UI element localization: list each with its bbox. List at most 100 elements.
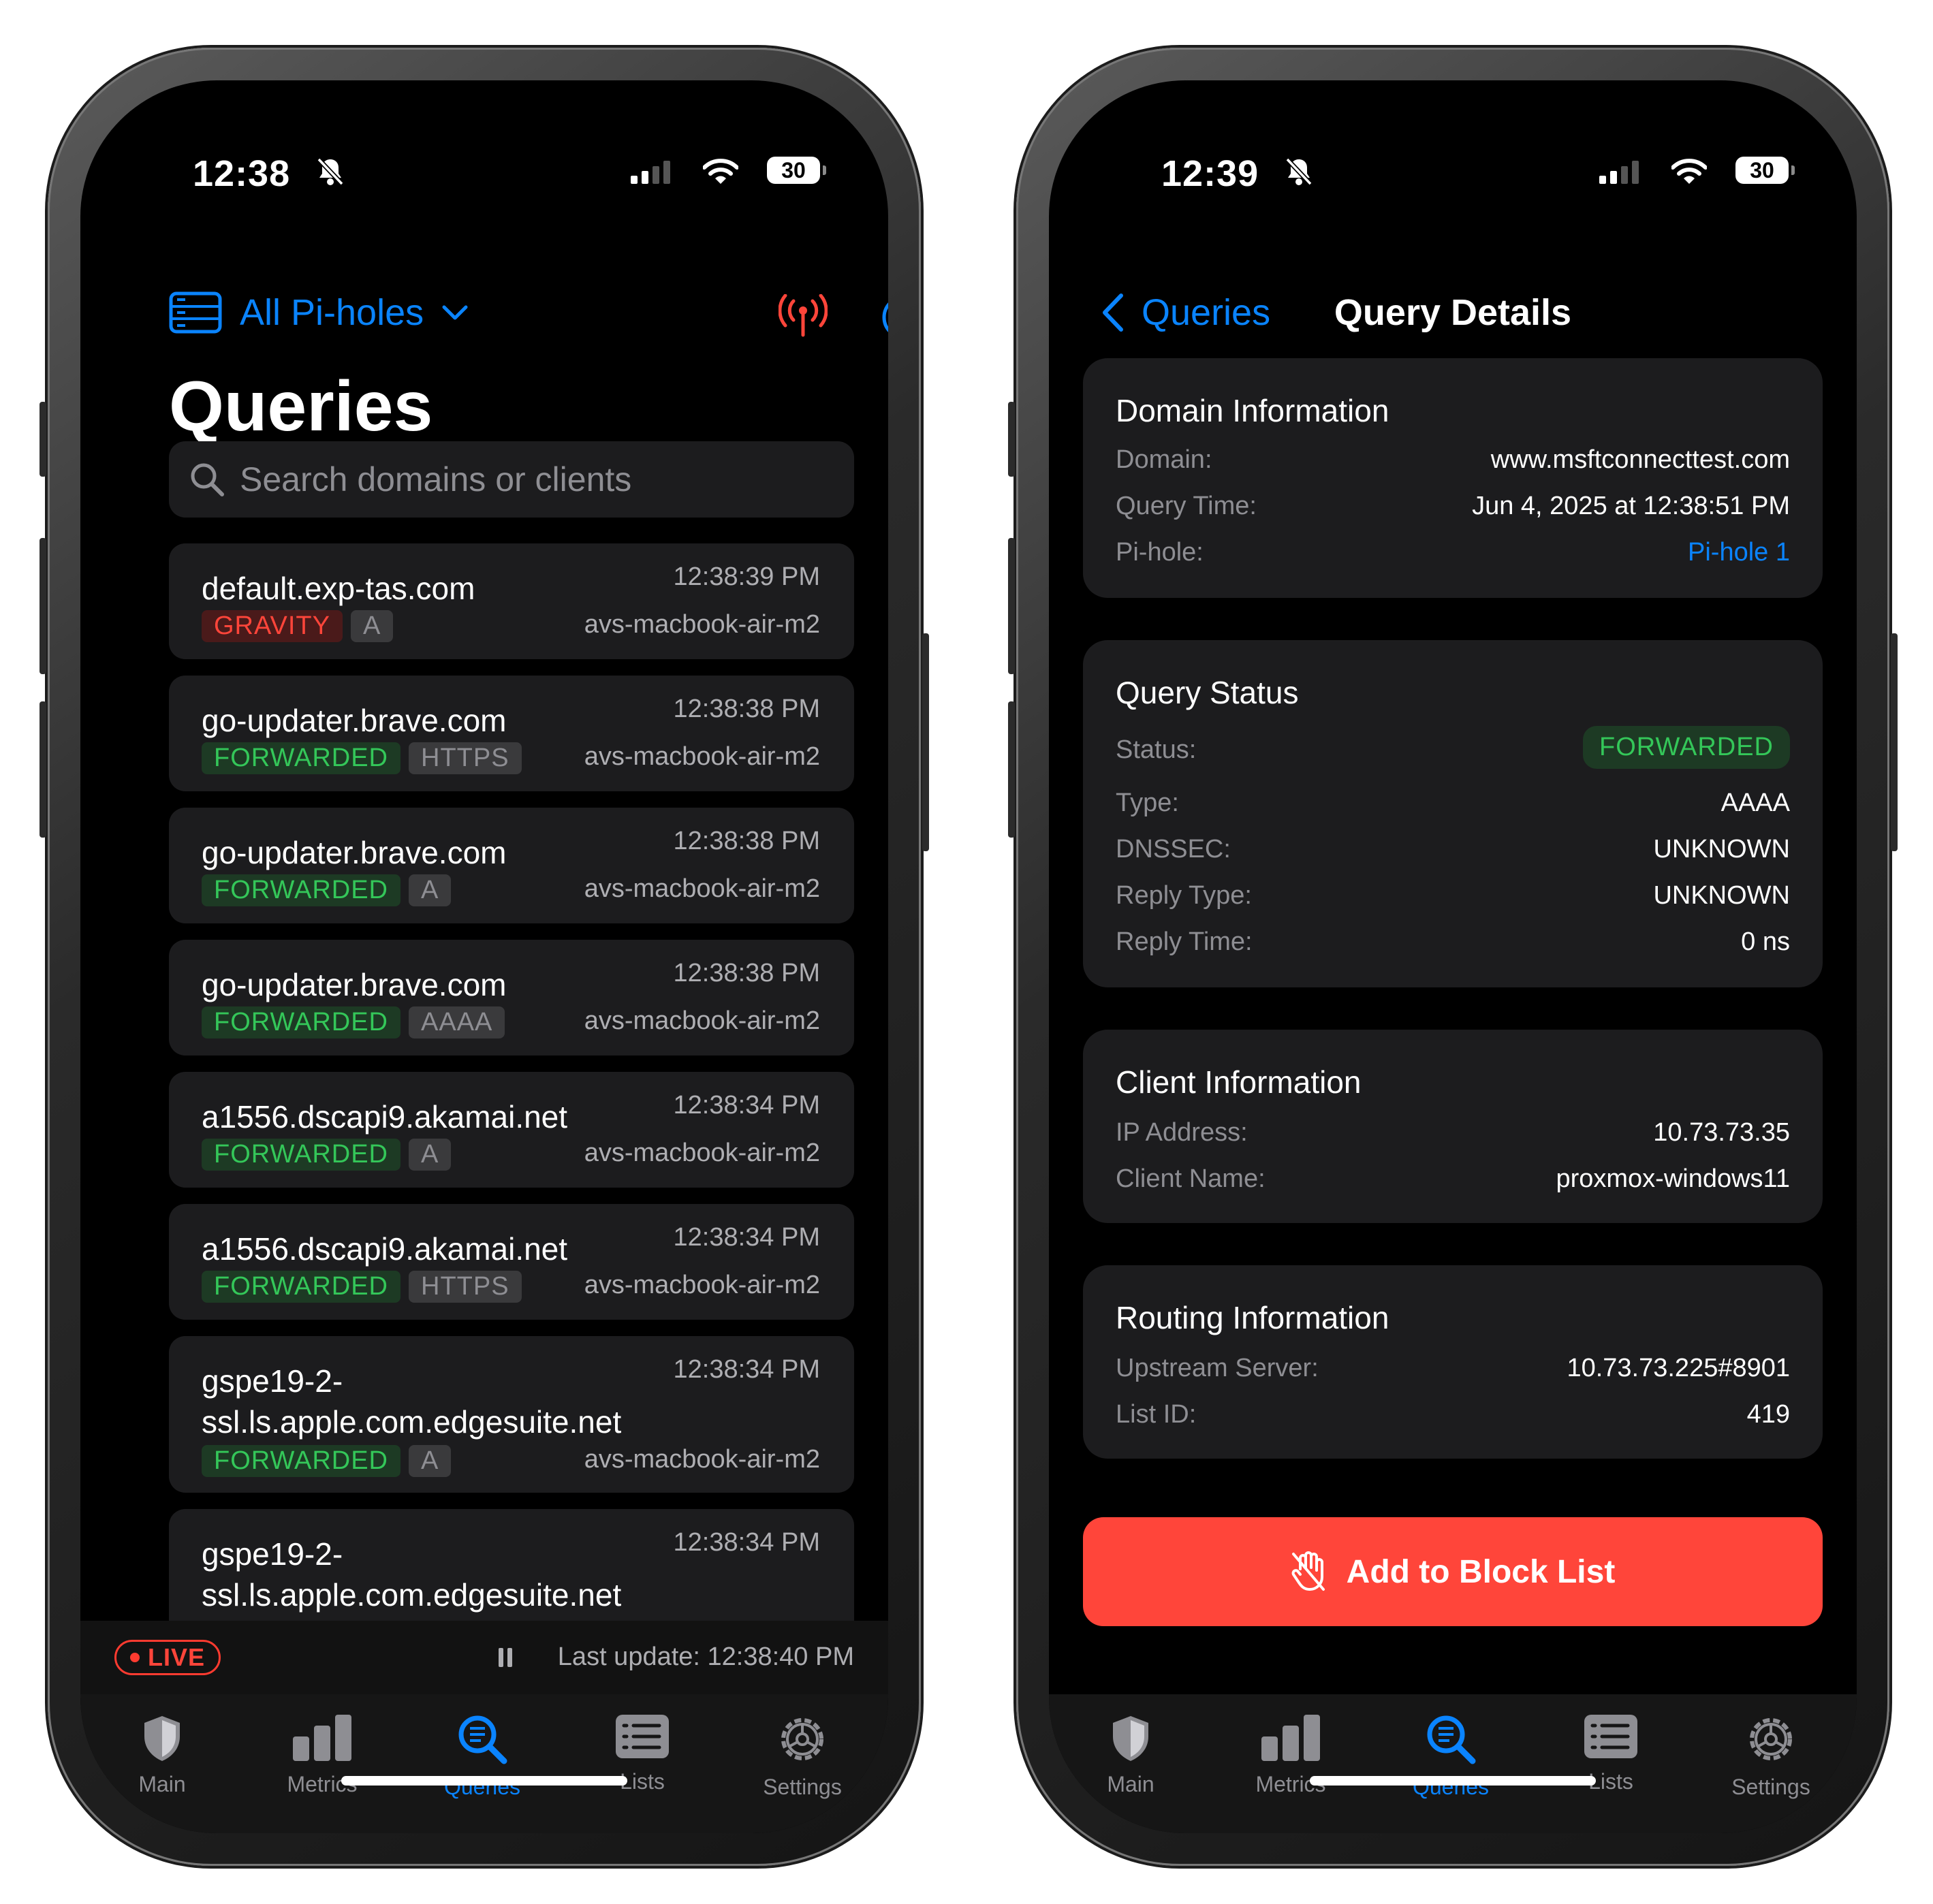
query-row[interactable]: go-updater.brave.com 12:38:38 PM FORWARD… bbox=[169, 940, 854, 1056]
tab-main[interactable]: Main bbox=[94, 1713, 230, 1797]
dnssec-row: DNSSEC: UNKNOWN bbox=[1116, 835, 1790, 876]
live-label: LIVE bbox=[148, 1643, 206, 1671]
tab-label: Settings bbox=[763, 1775, 842, 1799]
server-rack-icon bbox=[169, 291, 222, 334]
query-domain: default.exp-tas.com bbox=[202, 571, 475, 606]
back-button[interactable]: Queries bbox=[1102, 291, 1270, 334]
status-badge: FORWARDED bbox=[202, 874, 400, 906]
query-client: avs-macbook-air-m2 bbox=[584, 610, 820, 639]
query-status-card: Query Status Status: FORWARDED Type: AAA… bbox=[1083, 640, 1823, 987]
volume-up-button bbox=[40, 538, 46, 674]
list-id-value: 419 bbox=[1746, 1400, 1790, 1429]
gear-icon bbox=[781, 1718, 823, 1760]
list-id-row: List ID: 419 bbox=[1116, 1400, 1790, 1441]
pihole-selector[interactable]: All Pi-holes bbox=[169, 291, 469, 334]
shield-icon bbox=[1113, 1716, 1148, 1761]
status-badge: FORWARDED bbox=[202, 1139, 400, 1171]
page-title: Queries bbox=[169, 367, 433, 446]
tab-label: Settings bbox=[1731, 1775, 1810, 1799]
live-antenna-icon[interactable] bbox=[779, 294, 828, 338]
type-badge: A bbox=[409, 874, 452, 906]
type-badge: A bbox=[409, 1445, 452, 1477]
bar-chart-icon bbox=[1261, 1715, 1320, 1761]
search-input[interactable]: Search domains or clients bbox=[169, 441, 854, 518]
status-bar: 12:39 30 bbox=[1049, 153, 1857, 194]
live-badge[interactable]: LIVE bbox=[114, 1640, 221, 1675]
query-time: 12:38:38 PM bbox=[673, 695, 820, 723]
query-row[interactable]: gspe19-2- ssl.ls.apple.com.edgesuite.net… bbox=[169, 1336, 854, 1493]
search-icon bbox=[191, 463, 224, 496]
query-domain: a1556.dscapi9.akamai.net bbox=[202, 1231, 568, 1267]
query-time: 12:38:34 PM bbox=[673, 1091, 820, 1120]
filter-icon[interactable] bbox=[881, 294, 888, 340]
reply-type-row: Reply Type: UNKNOWN bbox=[1116, 881, 1790, 922]
row-label: Reply Type: bbox=[1116, 881, 1252, 910]
upstream-value: 10.73.73.225#8901 bbox=[1567, 1354, 1790, 1382]
dnssec-value: UNKNOWN bbox=[1653, 835, 1790, 863]
query-row[interactable]: a1556.dscapi9.akamai.net 12:38:34 PM FOR… bbox=[169, 1204, 854, 1320]
back-label: Queries bbox=[1142, 292, 1271, 333]
query-domain-line: gspe19-2- bbox=[202, 1363, 343, 1399]
row-label: IP Address: bbox=[1116, 1118, 1248, 1147]
wifi-icon bbox=[703, 159, 738, 184]
query-row[interactable]: go-updater.brave.com 12:38:38 PM FORWARD… bbox=[169, 808, 854, 923]
block-button-label: Add to Block List bbox=[1346, 1553, 1616, 1590]
query-row[interactable]: go-updater.brave.com 12:38:38 PM FORWARD… bbox=[169, 676, 854, 791]
live-status-bar: LIVE Last update: 12:38:40 PM bbox=[80, 1621, 888, 1694]
status-bar: 12:38 30 bbox=[80, 153, 888, 194]
pihole-link[interactable]: Pi-hole 1 bbox=[1688, 538, 1790, 567]
tab-label: Main bbox=[1107, 1772, 1154, 1796]
row-label: Type: bbox=[1116, 789, 1179, 817]
query-domain-line: gspe19-2- bbox=[202, 1536, 343, 1572]
query-client: avs-macbook-air-m2 bbox=[584, 742, 820, 771]
card-title: Routing Information bbox=[1116, 1300, 1389, 1335]
reply-time-value: 0 ns bbox=[1741, 927, 1790, 956]
row-label: Pi-hole: bbox=[1116, 538, 1204, 567]
list-icon bbox=[1584, 1715, 1637, 1758]
row-label: DNSSEC: bbox=[1116, 835, 1231, 863]
tab-settings[interactable]: Settings bbox=[734, 1713, 870, 1800]
query-row[interactable]: a1556.dscapi9.akamai.net 12:38:34 PM FOR… bbox=[169, 1072, 854, 1188]
pihole-selector-label: All Pi-holes bbox=[240, 292, 424, 333]
query-row[interactable]: default.exp-tas.com 12:38:39 PM GRAVITY … bbox=[169, 543, 854, 659]
domain-row: Domain: www.msftconnecttest.com bbox=[1116, 445, 1790, 486]
query-domain: a1556.dscapi9.akamai.net bbox=[202, 1099, 568, 1135]
power-button bbox=[922, 633, 929, 851]
query-domain: go-updater.brave.com bbox=[202, 967, 507, 1002]
tab-main[interactable]: Main bbox=[1063, 1713, 1199, 1797]
home-indicator[interactable] bbox=[1310, 1776, 1596, 1786]
magnifier-icon bbox=[1427, 1715, 1476, 1764]
query-domain: gspe19-2- ssl.ls.apple.com.edgesuite.net bbox=[202, 1361, 621, 1442]
tab-queries[interactable]: Queries bbox=[414, 1713, 550, 1800]
type-badge: HTTPS bbox=[409, 742, 522, 774]
query-client: avs-macbook-air-m2 bbox=[584, 1271, 820, 1299]
last-update-text: Last update: 12:38:40 PM bbox=[557, 1643, 854, 1671]
pause-icon[interactable] bbox=[497, 1647, 514, 1668]
nav-header: All Pi-holes bbox=[169, 291, 888, 346]
query-domain-line: ssl.ls.apple.com.edgesuite.net bbox=[202, 1577, 622, 1613]
cellular-signal-icon bbox=[1599, 161, 1639, 184]
ip-row: IP Address: 10.73.73.35 bbox=[1116, 1118, 1790, 1159]
query-time: 12:38:34 PM bbox=[673, 1528, 820, 1557]
tab-label: Main bbox=[138, 1772, 186, 1796]
client-info-card: Client Information IP Address: 10.73.73.… bbox=[1083, 1030, 1823, 1223]
query-time: 12:38:34 PM bbox=[673, 1355, 820, 1384]
phone-right: 12:39 30 Query Details Queries Domain In… bbox=[1008, 48, 1898, 1866]
tab-queries[interactable]: Queries bbox=[1383, 1713, 1519, 1800]
cellular-signal-icon bbox=[631, 161, 670, 184]
query-client: avs-macbook-air-m2 bbox=[584, 1445, 820, 1474]
hand-raised-slash-icon bbox=[1291, 1551, 1325, 1591]
type-value: AAAA bbox=[1720, 789, 1790, 817]
list-icon bbox=[616, 1715, 669, 1758]
mute-switch bbox=[40, 402, 46, 477]
query-time-value: Jun 4, 2025 at 12:38:51 PM bbox=[1472, 492, 1790, 520]
row-label: Upstream Server: bbox=[1116, 1354, 1319, 1382]
home-indicator[interactable] bbox=[341, 1776, 627, 1786]
type-badge: A bbox=[409, 1139, 452, 1171]
add-to-block-list-button[interactable]: Add to Block List bbox=[1083, 1517, 1823, 1626]
status-badge: FORWARDED bbox=[202, 1271, 400, 1303]
pihole-row: Pi-hole: Pi-hole 1 bbox=[1116, 538, 1790, 579]
screen-query-details: 12:39 30 Query Details Queries Domain In… bbox=[1049, 80, 1857, 1833]
tab-settings[interactable]: Settings bbox=[1703, 1713, 1839, 1800]
status-time: 12:39 bbox=[1161, 153, 1259, 194]
